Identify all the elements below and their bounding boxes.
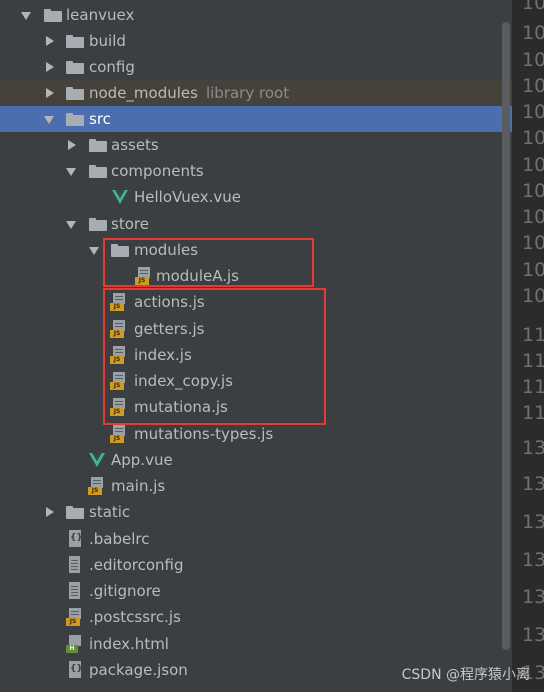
collapse-arrow-icon[interactable] (43, 499, 57, 525)
project-tree: leanvuex build config node_modules librar… (0, 0, 512, 692)
tree-item-label: HelloVuex.vue (134, 188, 241, 206)
editor-gutter: 10 10 10 10 10 10 10 10 10 10 10 10 11 1… (512, 0, 544, 692)
line-number: 11 (522, 324, 544, 346)
line-number: 10 (522, 101, 544, 123)
tree-item-static[interactable]: static (0, 499, 512, 525)
tree-item-label: store (111, 215, 149, 233)
html-file-icon: H (66, 635, 82, 653)
line-number: 13 (522, 549, 544, 571)
tree-item-label: .gitignore (89, 582, 161, 600)
expand-arrow-icon[interactable] (43, 106, 57, 132)
tree-item-leanvuex[interactable]: leanvuex (0, 2, 512, 28)
expand-arrow-icon[interactable] (65, 158, 79, 184)
expand-arrow-icon[interactable] (88, 237, 102, 263)
collapse-arrow-icon[interactable] (43, 80, 57, 106)
line-number: 13 (522, 511, 544, 533)
tree-item-label: main.js (111, 477, 166, 495)
watermark: CSDN @程序猿小离 (401, 667, 530, 683)
folder-icon (89, 216, 107, 232)
tree-item-build[interactable]: build (0, 28, 512, 54)
folder-icon (44, 7, 62, 23)
tree-item-label: package.json (89, 661, 188, 679)
folder-icon (89, 163, 107, 179)
tree-item-label: node_modules (89, 84, 198, 102)
tree-item-index-html[interactable]: H index.html (0, 631, 512, 657)
line-number: 11 (522, 376, 544, 398)
expand-arrow-icon[interactable] (20, 2, 34, 28)
tree-item-label: components (111, 162, 204, 180)
line-number: 10 (522, 180, 544, 202)
tree-item-assets[interactable]: assets (0, 132, 512, 158)
tree-item-src[interactable]: src (0, 106, 512, 132)
tree-item-config[interactable]: config (0, 54, 512, 80)
tree-item-label: .editorconfig (89, 556, 184, 574)
line-number: 10 (522, 285, 544, 307)
tree-item-hellovuex-vue[interactable]: HelloVuex.vue (0, 184, 512, 210)
js-file-icon: JS (88, 477, 104, 495)
tree-item-label: index.html (89, 635, 169, 653)
collapse-arrow-icon[interactable] (43, 54, 57, 80)
line-number: 10 (522, 75, 544, 97)
tree-item-label: config (89, 58, 135, 76)
line-number: 10 (522, 127, 544, 149)
tree-item-label: src (89, 110, 111, 128)
tree-item-label: static (89, 503, 131, 521)
config-file-icon (68, 582, 82, 600)
tree-item-postcssrc-js[interactable]: JS .postcssrc.js (0, 604, 512, 630)
tree-item-node-modules[interactable]: node_modules library root (0, 80, 512, 106)
vue-file-icon (112, 190, 128, 204)
line-number: 10 (522, 49, 544, 71)
folder-icon (66, 59, 84, 75)
vertical-scrollbar[interactable] (502, 22, 510, 650)
expand-arrow-icon[interactable] (65, 211, 79, 237)
line-number: 10 (522, 0, 544, 14)
folder-icon (89, 137, 107, 153)
tree-item-main-js[interactable]: JS main.js (0, 473, 512, 499)
js-file-icon: JS (110, 425, 126, 443)
folder-icon (66, 85, 84, 101)
tree-item-babelrc[interactable]: {} .babelrc (0, 526, 512, 552)
collapse-arrow-icon[interactable] (65, 132, 79, 158)
tree-item-components[interactable]: components (0, 158, 512, 184)
tree-item-label: .babelrc (89, 530, 150, 548)
tree-item-app-vue[interactable]: App.vue (0, 447, 512, 473)
json-file-icon: {} (67, 661, 83, 679)
highlight-box-store-files (103, 288, 326, 425)
folder-icon (66, 33, 84, 49)
config-file-icon (68, 556, 82, 574)
folder-icon (66, 504, 84, 520)
library-root-hint: library root (205, 84, 290, 102)
line-number: 10 (522, 206, 544, 228)
line-number: 10 (522, 259, 544, 281)
tree-item-editorconfig[interactable]: .editorconfig (0, 552, 512, 578)
js-file-icon: JS (66, 608, 82, 626)
line-number: 10 (522, 154, 544, 176)
vue-file-icon (89, 453, 105, 467)
tree-item-gitignore[interactable]: .gitignore (0, 578, 512, 604)
collapse-arrow-icon[interactable] (43, 28, 57, 54)
tree-item-store[interactable]: store (0, 211, 512, 237)
tree-item-label: build (89, 32, 126, 50)
folder-icon (66, 111, 84, 127)
line-number: 11 (522, 402, 544, 424)
line-number: 13 (522, 437, 544, 459)
line-number: 10 (522, 22, 544, 44)
json-file-icon: {} (67, 530, 83, 548)
tree-item-label: App.vue (111, 451, 173, 469)
tree-item-label: leanvuex (66, 6, 135, 24)
line-number: 11 (522, 350, 544, 372)
tree-item-label: .postcssrc.js (89, 608, 181, 626)
line-number: 13 (522, 473, 544, 495)
line-number: 13 (522, 624, 544, 646)
line-number: 10 (522, 232, 544, 254)
tree-item-label: assets (111, 136, 159, 154)
line-number: 13 (522, 586, 544, 608)
highlight-box-modules (103, 238, 314, 287)
